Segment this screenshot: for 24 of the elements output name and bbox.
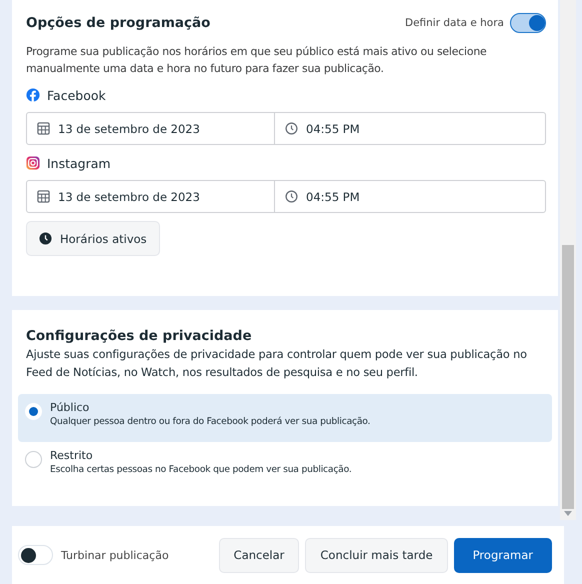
active-times-button[interactable]: Horários ativos — [26, 221, 160, 256]
toggle-label: Turbinar publicação — [61, 548, 169, 562]
option-detail: Qualquer pessoa dentro ou fora do Facebook poderá ver sua publicação. — [50, 416, 370, 427]
clock-icon — [39, 232, 52, 245]
radio-button[interactable] — [25, 451, 42, 468]
facebook-icon — [26, 88, 40, 102]
option-label: Restrito — [50, 449, 94, 462]
platform-name: Instagram — [47, 156, 111, 170]
section-title: Opções de programação — [26, 15, 210, 31]
secondary-button[interactable]: Concluir mais tarde — [305, 538, 448, 572]
section-description: Programe sua publicação nos horários em que seu público está mais ativo ou selecione manualmente uma data e hora no futuro para fazer sua publicação. — [26, 44, 488, 77]
privacy-option[interactable]: Público Qualquer pessoa dentro ou fora do Facebook poderá ver sua publicação. — [18, 394, 552, 442]
platform-name: Facebook — [47, 88, 106, 102]
option-detail: Escolha certas pessoas no Facebook que podem ver sua publicação. — [50, 464, 352, 475]
primary-button[interactable]: Programar — [454, 538, 552, 572]
toggle-label: Definir data e hora — [404, 17, 504, 29]
privacy-option[interactable]: Restrito Escolha certas pessoas no Facebook que podem ver sua publicação. — [18, 442, 552, 490]
toggle-switch[interactable] — [510, 13, 546, 33]
secondary-button[interactable]: Cancelar — [218, 538, 300, 572]
instagram-icon — [26, 156, 40, 170]
option-label: Público — [50, 401, 90, 414]
scrollbar[interactable] — [560, 0, 576, 520]
section-description: Ajuste suas configurações de privacidade para controlar quem pode ver sua publicação no Feed de Notícias, no Watch, nos resultados de pesquisa e no seu perfil. — [26, 347, 528, 381]
section-title: Configurações de privacidade — [26, 328, 253, 344]
